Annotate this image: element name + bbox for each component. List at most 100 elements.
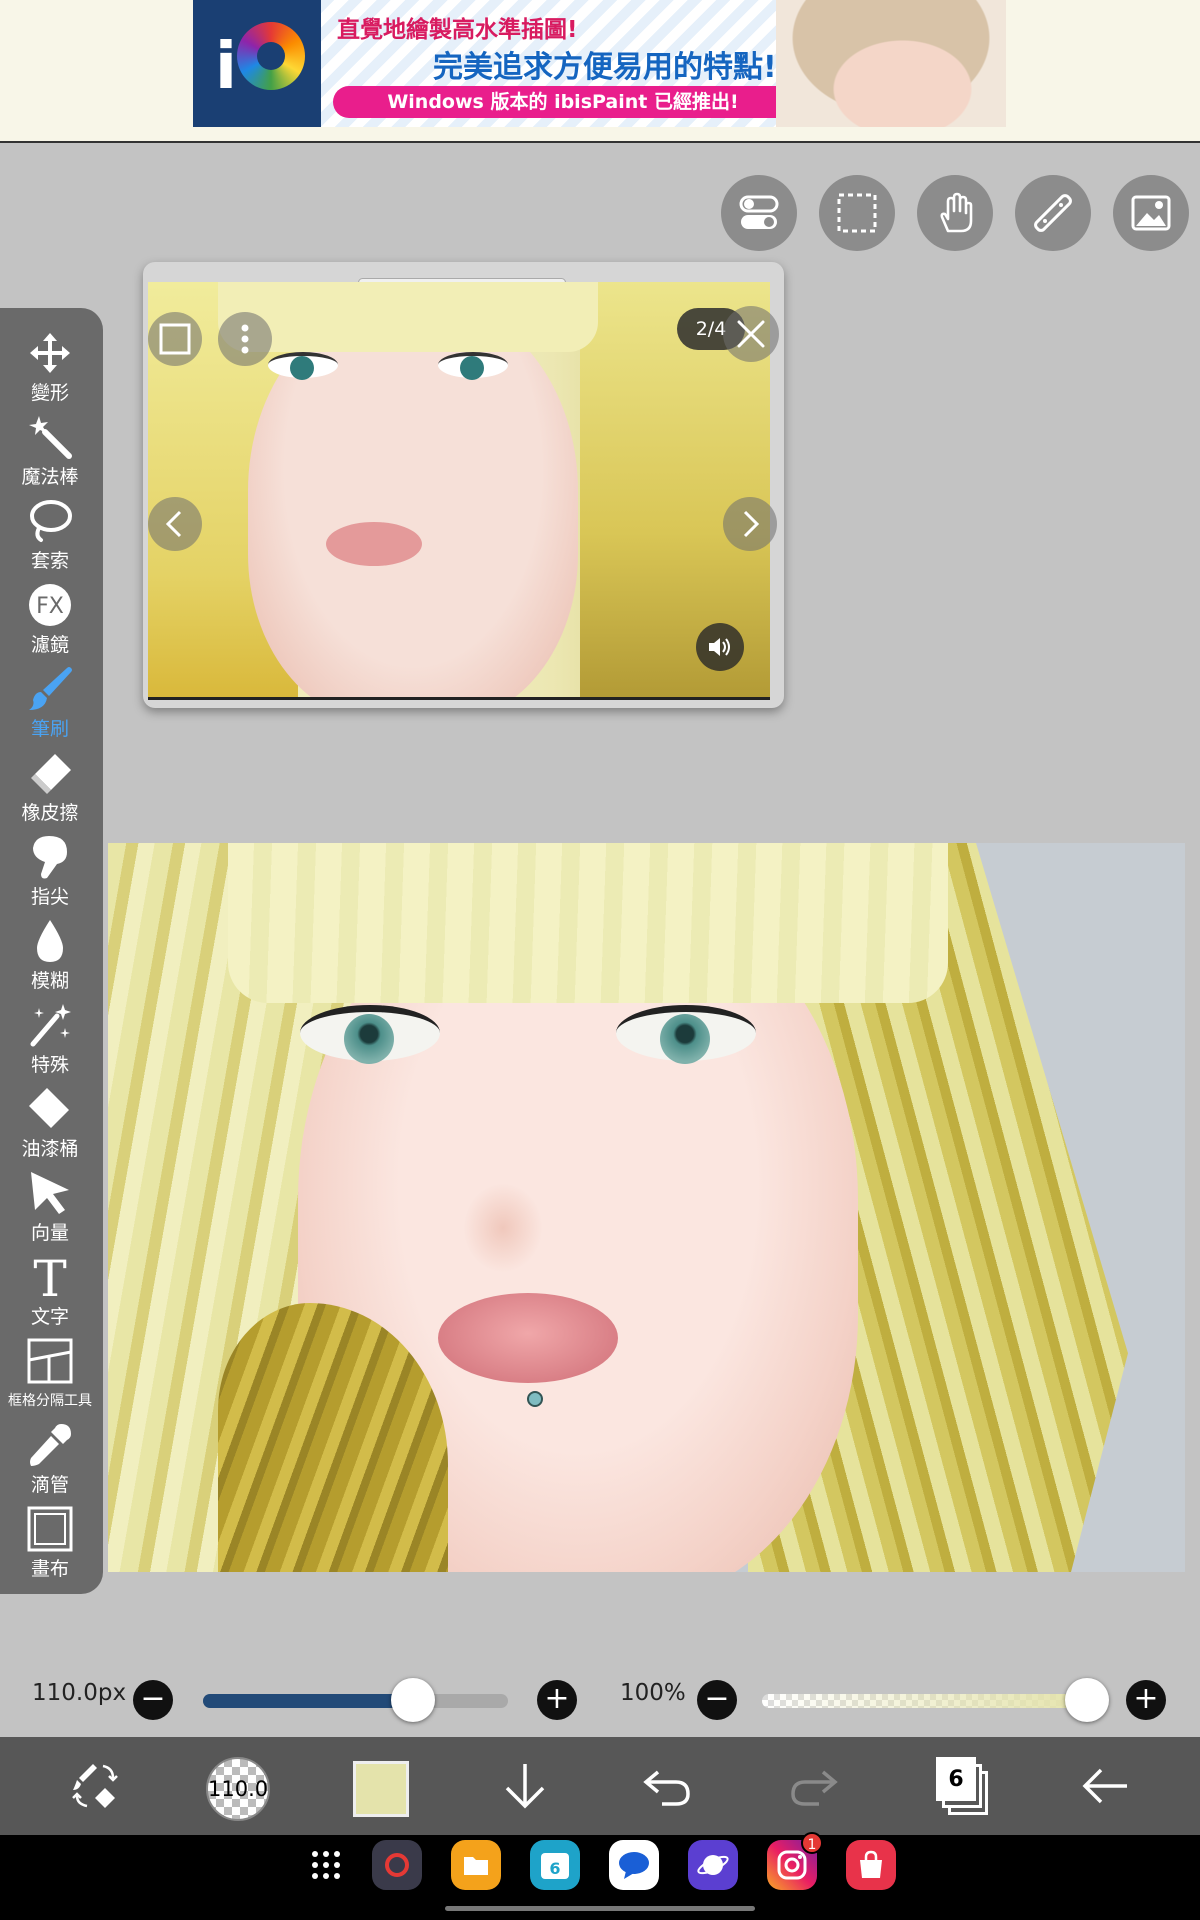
ref-eye-left xyxy=(268,352,338,380)
ibispaint-logo: i xyxy=(193,0,321,127)
arrow-down-icon xyxy=(505,1764,545,1809)
tool-lasso[interactable]: 套索 xyxy=(0,496,100,580)
dock-app-calendar[interactable]: 6 xyxy=(530,1840,580,1890)
canvas-piercing xyxy=(527,1391,543,1407)
shopping-bag-icon xyxy=(860,1850,882,1878)
ibispaint-app-icon xyxy=(385,1853,409,1877)
text-icon: T xyxy=(33,1254,66,1300)
eyedropper-icon xyxy=(30,1424,71,1466)
tool-palette: 變形 魔法棒 套索 FX 濾鏡 筆刷 橡皮擦 指尖 模糊 特殊 油漆桶 向量 T… xyxy=(0,308,103,1594)
gesture-navigation-bar[interactable] xyxy=(445,1906,755,1911)
brush-opacity-thumb[interactable] xyxy=(1065,1678,1109,1722)
tool-eraser[interactable]: 橡皮擦 xyxy=(0,748,100,832)
reference-next-button[interactable] xyxy=(723,497,777,551)
tool-frame-divider[interactable]: 框格分隔工具 xyxy=(0,1336,100,1420)
canvas-eye-left xyxy=(300,1005,440,1064)
tool-blur[interactable]: 模糊 xyxy=(0,916,100,1000)
tool-filter[interactable]: FX 濾鏡 xyxy=(0,580,100,664)
layers-button[interactable]: 6 xyxy=(934,1755,994,1819)
arrow-left-icon xyxy=(1082,1768,1127,1804)
tool-label: 變形 xyxy=(30,382,69,404)
tool-fill[interactable]: 油漆桶 xyxy=(0,1084,100,1168)
tool-label: 指尖 xyxy=(30,886,69,908)
ad-banner[interactable]: i 直覺地繪製高水準插圖! 完美追求方便易用的特點! Windows 版本的 i… xyxy=(193,0,1006,127)
reference-sound-button[interactable] xyxy=(696,623,744,671)
dock-app-files[interactable] xyxy=(451,1840,501,1890)
dock-app-messages[interactable] xyxy=(609,1840,659,1890)
tool-eyedropper[interactable]: 滴管 xyxy=(0,1420,100,1504)
blur-drop-icon xyxy=(37,920,63,962)
reference-image-button[interactable] xyxy=(1113,175,1189,251)
current-color-swatch[interactable] xyxy=(353,1761,409,1817)
bottom-toolbar: 110.0 6 xyxy=(0,1737,1200,1835)
drawing-canvas[interactable] xyxy=(108,843,1185,1572)
square-outline-icon xyxy=(159,323,191,355)
ref-eye-right xyxy=(438,352,508,380)
reference-prev-button[interactable] xyxy=(148,497,202,551)
tool-label: 滴管 xyxy=(30,1474,69,1496)
brush-size-fill xyxy=(203,1694,414,1708)
tool-special[interactable]: 特殊 xyxy=(0,1000,100,1084)
ad-cta: Windows 版本的 ibisPaint 已經推出! xyxy=(333,86,793,118)
brush-size-value: 110.0px xyxy=(32,1680,127,1706)
reference-menu-button[interactable] xyxy=(218,312,272,366)
dock-app-internet[interactable] xyxy=(688,1840,738,1890)
undo-button[interactable] xyxy=(633,1751,703,1821)
brush-preview-size: 110.0 xyxy=(208,1777,269,1801)
brush-preview-button[interactable]: 110.0 xyxy=(206,1757,270,1821)
tool-label: 橡皮擦 xyxy=(21,802,79,824)
canvas-lips xyxy=(438,1293,618,1383)
ruler-button[interactable] xyxy=(1015,175,1091,251)
tool-magic-wand[interactable]: 魔法棒 xyxy=(0,412,100,496)
brush-eraser-swap-icon xyxy=(72,1764,118,1808)
size-increase-button[interactable]: + xyxy=(537,1680,577,1720)
ad-illustration xyxy=(776,0,1006,127)
redo-button[interactable] xyxy=(778,1751,848,1821)
tool-text[interactable]: T 文字 xyxy=(0,1252,100,1336)
tool-vector[interactable]: 向量 xyxy=(0,1168,100,1252)
reference-close-button[interactable] xyxy=(723,306,779,362)
ref-bangs xyxy=(218,282,598,352)
tool-canvas[interactable]: 畫布 xyxy=(0,1504,100,1588)
back-button[interactable] xyxy=(1070,1751,1140,1821)
move-icon xyxy=(30,333,70,373)
opacity-increase-button[interactable]: + xyxy=(1126,1680,1166,1720)
dock-app-store[interactable] xyxy=(846,1840,896,1890)
brush-size-thumb[interactable] xyxy=(391,1678,436,1722)
tool-brush[interactable]: 筆刷 xyxy=(0,664,100,748)
color-wheel-icon xyxy=(237,22,305,90)
dock-app-instagram[interactable]: 1 xyxy=(767,1832,823,1890)
brush-eraser-swap-button[interactable] xyxy=(60,1751,130,1821)
tool-label: 畫布 xyxy=(30,1558,69,1580)
brush-icon xyxy=(29,667,72,710)
size-decrease-button[interactable]: − xyxy=(133,1680,173,1720)
brush-opacity-value: 100% xyxy=(620,1680,686,1706)
app-grid-icon xyxy=(312,1851,340,1879)
reference-fit-button[interactable] xyxy=(148,312,202,366)
instagram-badge: 1 xyxy=(801,1832,823,1854)
dock-app-ibispaint[interactable] xyxy=(372,1840,422,1890)
tool-smudge[interactable]: 指尖 xyxy=(0,832,100,916)
tool-transform[interactable]: 變形 xyxy=(0,328,100,412)
tool-label: 模糊 xyxy=(30,970,69,992)
canvas-eye-right xyxy=(616,1005,756,1064)
reference-window[interactable]: 2/4 xyxy=(143,262,784,708)
download-button[interactable] xyxy=(490,1751,560,1821)
chevron-right-icon xyxy=(743,510,760,538)
layer-count: 6 xyxy=(936,1757,976,1801)
ad-text: 直覺地繪製高水準插圖! 完美追求方便易用的特點! Windows 版本的 ibi… xyxy=(321,0,1006,127)
hand-button[interactable] xyxy=(917,175,993,251)
opacity-decrease-button[interactable]: − xyxy=(697,1680,737,1720)
brush-slider-row: 110.0px − + 100% − + xyxy=(0,1670,1200,1730)
brush-opacity-slider[interactable] xyxy=(762,1694,1087,1708)
magic-wand-icon xyxy=(29,416,72,459)
logo-glyph: i xyxy=(215,30,237,104)
app-drawer-button[interactable] xyxy=(301,1840,351,1890)
message-bubble-icon xyxy=(619,1852,649,1879)
tool-label: 向量 xyxy=(30,1222,69,1244)
brush-size-slider[interactable] xyxy=(203,1694,508,1708)
toggle-button[interactable] xyxy=(721,175,797,251)
tool-label: 筆刷 xyxy=(30,718,69,740)
selection-button[interactable] xyxy=(819,175,895,251)
eraser-icon xyxy=(31,754,71,794)
